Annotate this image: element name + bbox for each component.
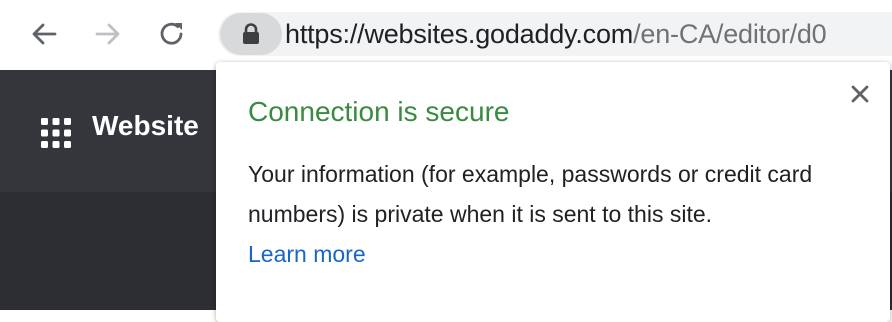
url-text[interactable]: https://websites.godaddy.com/en-CA/edito… <box>285 13 827 55</box>
popup-description: Your information (for example, passwords… <box>248 161 813 227</box>
arrow-left-icon <box>32 23 57 45</box>
apps-grid-icon[interactable] <box>40 117 72 149</box>
popup-title: Connection is secure <box>248 96 510 127</box>
lock-icon <box>243 23 259 44</box>
close-button[interactable] <box>844 78 876 110</box>
browser-toolbar: https://websites.godaddy.com/en-CA/edito… <box>0 0 892 70</box>
learn-more-link[interactable]: Learn more <box>248 234 366 274</box>
site-info-button[interactable] <box>220 13 282 55</box>
arrow-right-icon <box>95 23 120 45</box>
close-icon <box>851 85 869 103</box>
back-button[interactable] <box>24 14 64 54</box>
url-path: /en-CA/editor/d0 <box>633 19 827 49</box>
forward-button[interactable] <box>88 14 128 54</box>
reload-icon <box>160 22 183 45</box>
url-host: https://websites.godaddy.com <box>285 19 634 49</box>
reload-button[interactable] <box>152 14 192 54</box>
connection-security-popup: Connection is secure Your information (f… <box>216 62 890 322</box>
brand-name: Website <box>92 110 199 141</box>
